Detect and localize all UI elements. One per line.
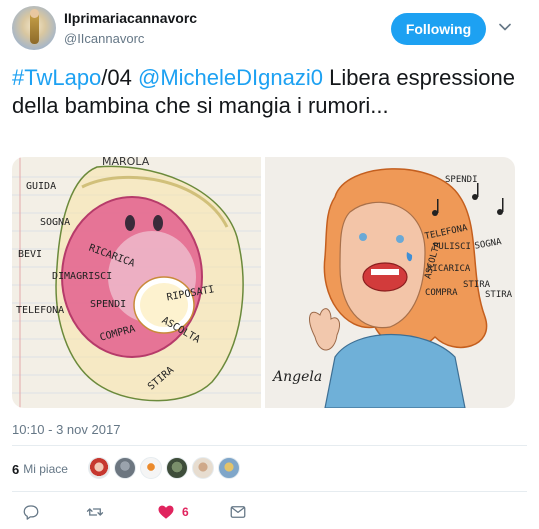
media-container: MAROLA GUIDA SOGNA BEVI RICARICA DIMAGRI… [12,157,515,408]
divider [12,445,527,446]
likers-avatars [88,457,244,479]
direct-message-button[interactable] [229,500,247,524]
like-count: 6 [182,505,189,519]
following-button[interactable]: Following [391,13,486,45]
photo-2[interactable]: SPENDI TELEFONA ASCOLTA PULISCI SOGNA RI… [265,157,515,408]
reply-icon [23,505,39,520]
word-1-7: SPENDI [90,299,126,310]
word-1-1: GUIDA [26,181,56,192]
display-name[interactable]: IIprimariacannavorc [64,10,197,26]
liker-avatar[interactable] [166,457,188,479]
word-2-9: STIRA [485,290,513,300]
word-2-5: SOGNA [474,237,503,252]
likes-stat[interactable]: 6 Mi piace [12,456,68,482]
liker-avatar[interactable] [192,457,214,479]
word-2-4: PULISCI [433,242,471,252]
liker-avatar[interactable] [140,457,162,479]
divider [12,491,527,492]
liker-avatar[interactable] [218,457,240,479]
tweet-text: #TwLapo/04 @MicheleDIgnazi0 Libera espre… [12,64,522,120]
tweet-text-part: /04 [101,65,138,90]
word-2-8: COMPRA [425,288,458,298]
hashtag-link[interactable]: #TwLapo [12,65,101,90]
envelope-icon [230,506,246,518]
likes-label: Mi piace [23,462,68,476]
like-button[interactable]: 6 [157,500,189,524]
avatar-head [30,9,39,18]
word-2-1: SPENDI [445,175,478,185]
avatar[interactable] [12,6,56,50]
heart-icon [158,505,174,519]
word-2-6: RICARICA [427,264,471,274]
word-1-6: TELEFONA [16,305,64,316]
photo-1[interactable]: MAROLA GUIDA SOGNA BEVI RICARICA DIMAGRI… [12,157,261,408]
drawing-1: MAROLA GUIDA SOGNA BEVI RICARICA DIMAGRI… [12,157,261,408]
likes-count: 6 [12,461,20,477]
retweet-icon [86,508,104,516]
drawing-2: SPENDI TELEFONA ASCOLTA PULISCI SOGNA RI… [271,168,513,408]
svg-text:MAROLA: MAROLA [102,157,150,168]
drawing-signature: Angela [271,369,322,385]
word-1-5: DIMAGRISCI [52,271,112,282]
tweet-card: IIprimariacannavorc @IIcannavorc Followi… [0,0,539,529]
word-1-3: BEVI [18,249,42,260]
retweet-button[interactable] [86,500,104,524]
screen-name[interactable]: @IIcannavorc [64,31,144,46]
chevron-down-icon[interactable] [498,20,512,34]
mention-link[interactable]: @MicheleDIgnazi0 [138,65,323,90]
word-1-2: SOGNA [40,217,70,228]
liker-avatar[interactable] [114,457,136,479]
reply-button[interactable] [22,500,40,524]
word-2-7: STIRA [463,280,491,290]
tweet-timestamp[interactable]: 10:10 - 3 nov 2017 [12,422,120,437]
liker-avatar[interactable] [88,457,110,479]
tweet-actions: 6 [0,500,539,524]
